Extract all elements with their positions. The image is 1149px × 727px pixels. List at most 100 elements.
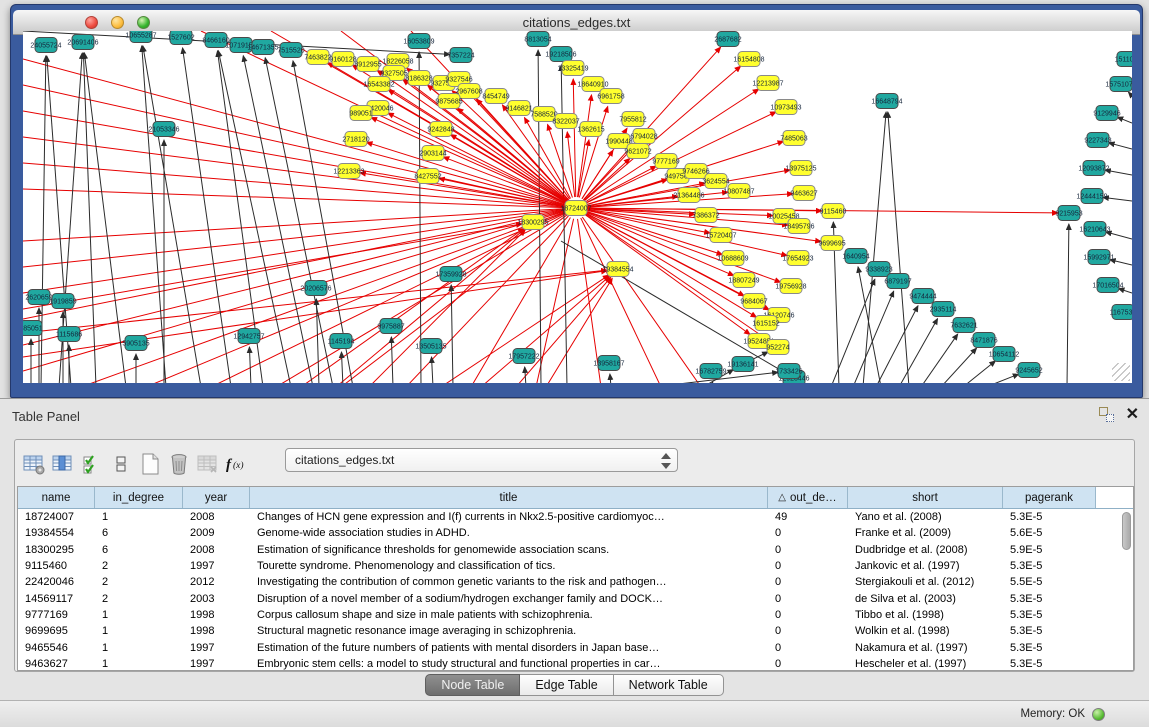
table-cell[interactable]: 0 (768, 593, 848, 605)
table-scrollbar-thumb[interactable] (1122, 512, 1131, 550)
table-cell[interactable]: Corpus callosum shape and size in male p… (250, 609, 768, 621)
graph-node[interactable]: 21364486 (673, 188, 704, 203)
graph-node[interactable]: 9115460 (820, 204, 847, 219)
table-cell[interactable]: 0 (768, 642, 848, 654)
table-cell[interactable]: Changes of HCN gene expression and I(f) … (250, 511, 768, 523)
table-row[interactable]: 977716911998Corpus callosum shape and si… (18, 607, 1133, 623)
table-cell[interactable]: Nakamura et al. (1997) (848, 642, 1003, 654)
table-row[interactable]: 911546021997Tourette syndrome. Phenomeno… (18, 558, 1133, 574)
graph-node[interactable]: 17654923 (782, 251, 813, 266)
table-cell[interactable]: 5.3E-5 (1003, 593, 1096, 605)
table-row[interactable]: 2242004622012Investigating the contribut… (18, 574, 1133, 590)
graph-node[interactable]: 9463627 (790, 186, 817, 201)
table-cell[interactable]: de Silva et al. (2003) (848, 593, 1003, 605)
table-cell[interactable]: Franke et al. (2009) (848, 527, 1003, 539)
table-cell[interactable]: 1998 (183, 625, 250, 637)
table-cell[interactable]: 0 (768, 544, 848, 556)
graph-node[interactable]: 7485063 (780, 131, 807, 146)
table-cell[interactable]: 9699695 (18, 625, 95, 637)
table-cell[interactable]: 14569117 (18, 593, 95, 605)
graph-node[interactable]: 7515520 (277, 43, 304, 58)
graph-node[interactable]: 6879197 (884, 274, 911, 289)
graph-node[interactable]: 2687682 (714, 32, 741, 47)
table-cell[interactable]: 5.5E-5 (1003, 576, 1096, 588)
table-cell[interactable]: 1 (95, 625, 183, 637)
graph-node[interactable]: 20206576 (300, 281, 331, 296)
table-cell[interactable]: 5.3E-5 (1003, 511, 1096, 523)
graph-node[interactable]: 12213987 (752, 76, 783, 91)
graph-node[interactable]: 9875685 (435, 94, 462, 109)
select-all-icon[interactable] (77, 449, 106, 479)
close-panel-icon[interactable]: ✕ (1126, 408, 1139, 422)
graph-node[interactable]: 17957222 (508, 349, 539, 364)
graph-node[interactable]: 7463822 (304, 50, 331, 65)
column-header-out_de…[interactable]: △out_de… (768, 487, 848, 508)
graph-node[interactable]: 9684067 (740, 294, 767, 309)
table-cell[interactable]: 0 (768, 560, 848, 572)
graph-node[interactable]: 17016504 (1092, 278, 1123, 293)
graph-node[interactable]: 1511074 (1115, 52, 1132, 67)
table-cell[interactable]: 1997 (183, 658, 250, 670)
graph-node[interactable]: 3624554 (702, 174, 729, 189)
graph-node[interactable]: 7955812 (619, 112, 646, 127)
table-cell[interactable]: 2 (95, 593, 183, 605)
table-cell[interactable]: 1997 (183, 560, 250, 572)
graph-node[interactable]: 13958167 (593, 356, 624, 371)
graph-node[interactable]: 10654112 (989, 347, 1020, 362)
column-header-title[interactable]: title (250, 487, 768, 508)
table-cell[interactable]: Embryonic stem cells: a model to study s… (250, 658, 768, 670)
graph-node[interactable]: 1919859 (49, 294, 76, 309)
graph-node[interactable]: 16543382 (363, 77, 394, 92)
table-cell[interactable]: 5.3E-5 (1003, 625, 1096, 637)
graph-node[interactable]: 16154808 (733, 52, 764, 67)
table-cell[interactable]: Tourette syndrome. Phenomenology and cla… (250, 560, 768, 572)
graph-node[interactable]: 12444159 (1076, 189, 1107, 204)
graph-node[interactable]: 18495796 (783, 219, 814, 234)
table-cell[interactable]: 1 (95, 609, 183, 621)
table-cell[interactable]: 5.9E-5 (1003, 544, 1096, 556)
column-header-pagerank[interactable]: pagerank (1003, 487, 1096, 508)
graph-node[interactable]: 1362615 (577, 122, 604, 137)
graph-node[interactable]: 9242848 (427, 122, 454, 137)
table-cell[interactable]: 1 (95, 511, 183, 523)
graph-node[interactable]: 8813054 (524, 32, 551, 47)
function-builder-icon[interactable]: f(x) (222, 449, 251, 479)
graph-node[interactable]: 12093872 (1078, 161, 1109, 176)
graph-node[interactable]: 7386372 (692, 208, 719, 223)
column-header-year[interactable]: year (183, 487, 250, 508)
float-panel-icon[interactable] (1099, 407, 1114, 422)
table-cell[interactable]: Genome-wide association studies in ADHD. (250, 527, 768, 539)
tab-network-table[interactable]: Network Table (614, 674, 724, 696)
column-visibility-icon[interactable] (48, 449, 77, 479)
graph-node[interactable]: 9227343 (1084, 133, 1111, 148)
graph-node[interactable]: 1167533 (1110, 305, 1132, 320)
graph-node[interactable]: 1115686 (56, 327, 82, 342)
graph-node[interactable]: 6794028 (630, 129, 657, 144)
table-cell[interactable]: 0 (768, 658, 848, 670)
graph-node[interactable]: 9215953 (1055, 206, 1082, 221)
graph-node[interactable]: 8186328 (405, 71, 432, 86)
table-cell[interactable]: 2008 (183, 511, 250, 523)
table-cell[interactable]: Investigating the contribution of common… (250, 576, 768, 588)
graph-node[interactable]: 24055724 (30, 38, 61, 53)
table-cell[interactable]: 5.6E-5 (1003, 527, 1096, 539)
table-cell[interactable]: Yano et al. (2008) (848, 511, 1003, 523)
graph-node[interactable]: 5905135 (122, 336, 149, 351)
graph-node[interactable]: 16053809 (403, 34, 434, 49)
graph-node[interactable]: 14671355 (247, 40, 278, 55)
graph-node[interactable]: 8471876 (970, 333, 997, 348)
graph-node[interactable]: 9621072 (624, 144, 651, 159)
column-header-short[interactable]: short (848, 487, 1003, 508)
graph-node[interactable]: 1640954 (842, 249, 869, 264)
graph-node[interactable]: 10807487 (723, 184, 754, 199)
graph-node[interactable]: 13975125 (785, 161, 816, 176)
graph-node[interactable]: 989051 (349, 106, 372, 121)
graph-node[interactable]: 9129946 (1093, 106, 1120, 121)
graph-node[interactable]: 9699695 (818, 236, 845, 251)
graph-node[interactable]: 15751074 (1105, 77, 1132, 92)
table-cell[interactable]: 2008 (183, 544, 250, 556)
resize-grip-icon[interactable] (1112, 363, 1130, 381)
table-cell[interactable]: Wolkin et al. (1998) (848, 625, 1003, 637)
table-cell[interactable]: 5.3E-5 (1003, 560, 1096, 572)
table-cell[interactable]: 9115460 (18, 560, 95, 572)
